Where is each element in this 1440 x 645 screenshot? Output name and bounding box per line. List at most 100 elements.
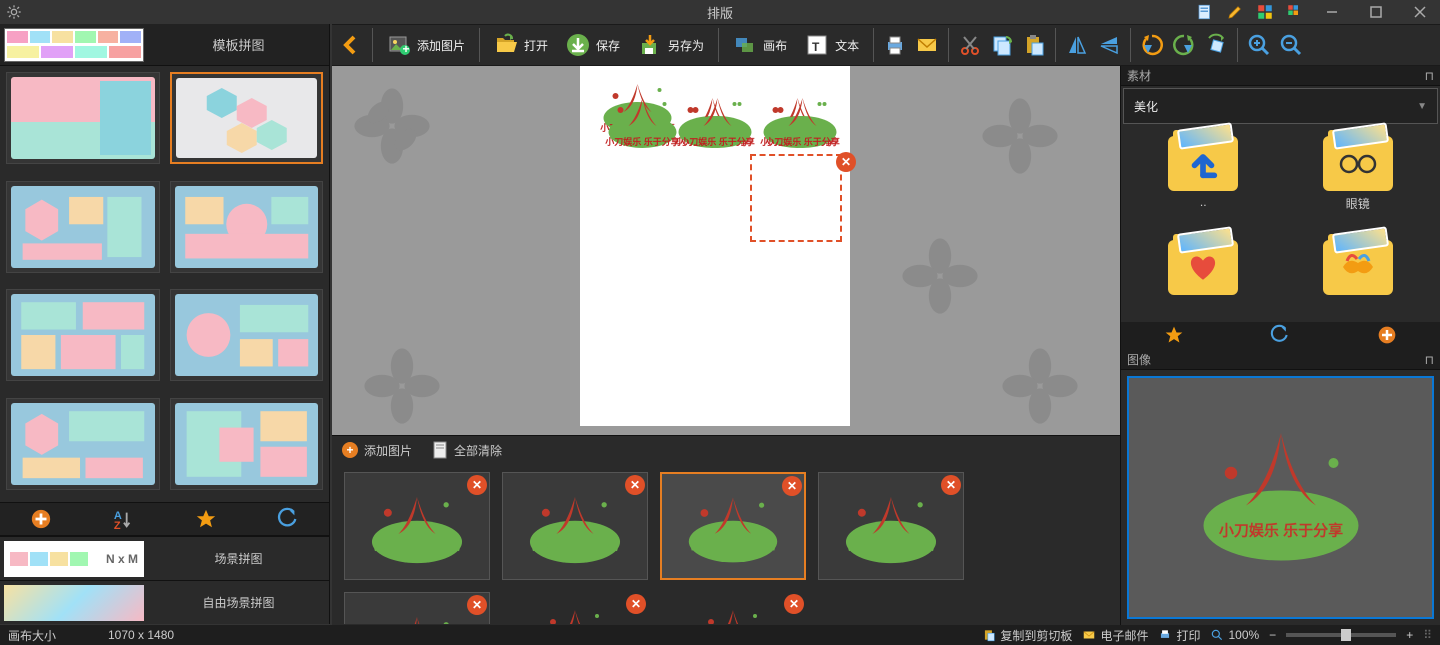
selection-box[interactable]: [750, 154, 842, 242]
zoom-minus[interactable]: −: [1269, 628, 1276, 642]
main-toolbar: +添加图片 打开 保存 另存为 画布 T文本: [332, 24, 1440, 66]
canvas-area[interactable]: 小刀娱乐 乐于分享 小刀娱乐 乐于分享 小刀娱乐 乐于分享 小刀娱乐 乐于分享 …: [332, 66, 1120, 435]
flip-v-icon[interactable]: [1094, 30, 1124, 60]
image-preview[interactable]: 小刀娱乐 乐于分享: [1127, 376, 1434, 619]
film-delete-icon[interactable]: ✕: [467, 475, 487, 495]
chevron-down-icon: ▼: [1417, 101, 1427, 112]
film-cell[interactable]: ✕: [344, 472, 490, 580]
email-icon[interactable]: [912, 30, 942, 60]
zoom-out-icon[interactable]: [1276, 30, 1306, 60]
mode-free-scene[interactable]: 自由场景拼图: [0, 580, 329, 624]
add-icon[interactable]: [1377, 325, 1397, 348]
zoom-plus[interactable]: +: [1406, 628, 1413, 642]
folder-glasses[interactable]: 眼镜: [1286, 136, 1431, 230]
film-cell[interactable]: ✕: [502, 472, 648, 580]
film-cell[interactable]: ✕: [660, 592, 806, 624]
add-image-button[interactable]: +添加图片: [379, 29, 473, 61]
template-heading-preview: [4, 28, 144, 62]
rotate-cw-icon[interactable]: [1169, 30, 1199, 60]
film-cell[interactable]: ✕: [818, 472, 964, 580]
template-item[interactable]: [170, 181, 324, 273]
print-icon[interactable]: [880, 30, 910, 60]
back-button[interactable]: [336, 30, 366, 60]
add-image-label: 添加图片: [417, 37, 465, 54]
canvas-button[interactable]: 画布: [725, 29, 795, 61]
save-button[interactable]: 保存: [558, 29, 628, 61]
template-item[interactable]: [170, 398, 324, 490]
template-item[interactable]: [6, 181, 160, 273]
template-actions: AZ: [0, 502, 329, 536]
film-cell[interactable]: ✕: [502, 592, 648, 624]
mode-scene-label: 场景拼图: [148, 550, 329, 567]
cut-icon[interactable]: [955, 30, 985, 60]
zoom-slider[interactable]: [1286, 633, 1396, 637]
status-email[interactable]: 电子邮件: [1082, 627, 1148, 644]
template-item[interactable]: [170, 289, 324, 381]
film-delete-icon[interactable]: ✕: [467, 595, 487, 615]
film-delete-icon[interactable]: ✕: [626, 594, 646, 614]
folder-up-label: ..: [1200, 195, 1207, 209]
resize-grip[interactable]: ⠿: [1423, 628, 1432, 642]
open-button[interactable]: 打开: [486, 29, 556, 61]
copy-icon[interactable]: [987, 30, 1017, 60]
palette-icon[interactable]: [1286, 3, 1304, 21]
pencil-icon[interactable]: [1226, 3, 1244, 21]
canvas-page[interactable]: 小刀娱乐 乐于分享 小刀娱乐 乐于分享 小刀娱乐 乐于分享 小刀娱乐 乐于分享 …: [580, 66, 850, 426]
delete-selection-icon[interactable]: ✕: [836, 152, 856, 172]
favorite-icon[interactable]: [195, 508, 217, 530]
maximize-button[interactable]: [1360, 0, 1392, 24]
template-item[interactable]: [6, 72, 160, 164]
film-cell[interactable]: ✕: [344, 592, 490, 624]
pin-icon[interactable]: ⊓: [1425, 69, 1434, 83]
template-item[interactable]: [6, 289, 160, 381]
zoom-in-icon[interactable]: [1244, 30, 1274, 60]
status-zoom[interactable]: 100%: [1210, 628, 1259, 642]
center-area: 小刀娱乐 乐于分享 小刀娱乐 乐于分享 小刀娱乐 乐于分享 小刀娱乐 乐于分享 …: [332, 66, 1120, 625]
folder-up[interactable]: ..: [1131, 136, 1276, 230]
new-doc-icon[interactable]: [1196, 3, 1214, 21]
refresh-icon[interactable]: [277, 508, 299, 530]
film-cell[interactable]: ✕: [660, 472, 806, 580]
mode-free-scene-label: 自由场景拼图: [148, 594, 329, 611]
film-add-button[interactable]: +添加图片: [342, 442, 412, 459]
rotate-free-icon[interactable]: [1201, 30, 1231, 60]
titlebar: 排版: [0, 0, 1440, 24]
paste-icon[interactable]: [1019, 30, 1049, 60]
film-delete-icon[interactable]: ✕: [941, 475, 961, 495]
materials-combo-label: 美化: [1134, 98, 1158, 115]
sort-icon[interactable]: AZ: [112, 508, 134, 530]
stamp-text: 小刀娱乐 乐于分享: [600, 135, 685, 148]
folder-glasses-label: 眼镜: [1346, 195, 1370, 212]
image-panel-title: 图像⊓: [1121, 350, 1440, 370]
favorite-icon[interactable]: [1164, 325, 1184, 348]
film-delete-icon[interactable]: ✕: [782, 476, 802, 496]
nxm-label: N x M: [106, 552, 138, 566]
mosaic-icon[interactable]: [1256, 3, 1274, 21]
flip-h-icon[interactable]: [1062, 30, 1092, 60]
refresh-icon[interactable]: [1270, 325, 1290, 348]
close-button[interactable]: [1404, 0, 1436, 24]
minimize-button[interactable]: [1316, 0, 1348, 24]
film-clear-button[interactable]: 全部清除: [432, 441, 502, 459]
materials-actions: [1121, 322, 1440, 350]
rotate-ccw-icon[interactable]: [1137, 30, 1167, 60]
template-sidebar: 模板拼图 AZ N x M 场景拼图 自由场景拼图: [0, 24, 330, 624]
folder-mask[interactable]: [1286, 240, 1431, 313]
svg-text:小刀娱乐 乐于分享: 小刀娱乐 乐于分享: [1218, 521, 1342, 539]
folder-heart[interactable]: [1131, 240, 1276, 313]
mode-scene[interactable]: N x M 场景拼图: [0, 536, 329, 580]
svg-text:T: T: [812, 40, 820, 54]
add-icon[interactable]: [30, 508, 52, 530]
save-as-button[interactable]: 另存为: [630, 29, 712, 61]
template-grid: [0, 66, 329, 502]
film-clear-label: 全部清除: [454, 442, 502, 459]
materials-combo[interactable]: 美化 ▼: [1123, 88, 1438, 124]
status-print[interactable]: 打印: [1158, 627, 1200, 644]
template-item[interactable]: [6, 398, 160, 490]
pin-icon[interactable]: ⊓: [1425, 353, 1434, 367]
film-delete-icon[interactable]: ✕: [625, 475, 645, 495]
status-copy[interactable]: 复制到剪切板: [982, 627, 1072, 644]
text-button[interactable]: T文本: [797, 29, 867, 61]
film-delete-icon[interactable]: ✕: [784, 594, 804, 614]
template-item[interactable]: [170, 72, 324, 164]
